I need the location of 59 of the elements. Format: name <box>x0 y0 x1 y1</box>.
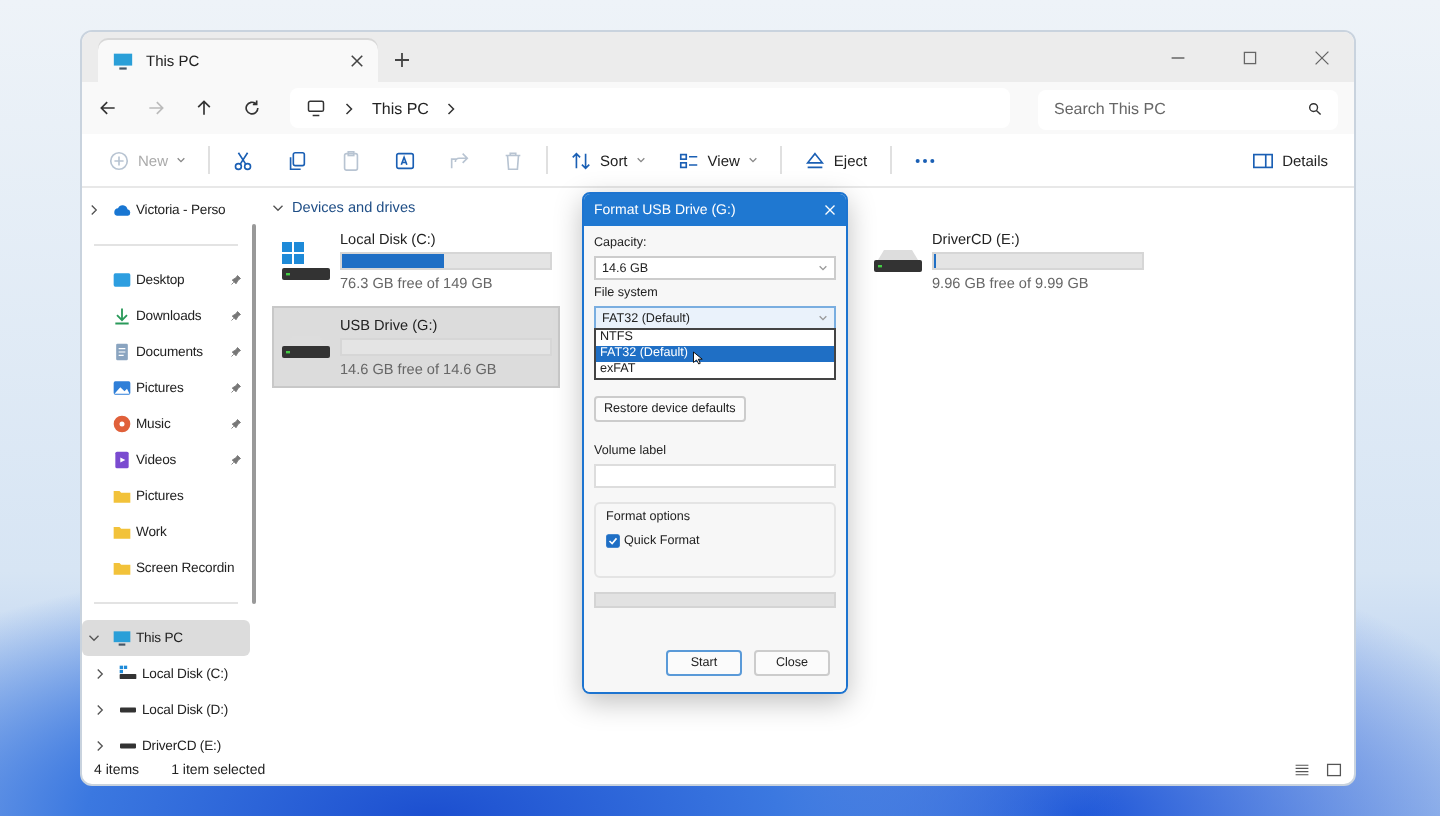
breadcrumb[interactable]: This PC <box>372 99 429 117</box>
sort-icon <box>570 149 593 171</box>
pc-icon <box>112 628 132 648</box>
drive-icon <box>118 664 138 684</box>
address-bar[interactable]: This PC <box>290 88 1010 128</box>
download-icon <box>112 306 132 326</box>
search-field[interactable]: Search This PC <box>1038 89 1338 129</box>
search-icon <box>1308 101 1322 115</box>
monitor-icon <box>306 98 326 118</box>
cloud-icon <box>112 200 132 220</box>
pictures-icon <box>112 378 132 398</box>
copy-icon <box>286 149 309 171</box>
pin-icon <box>230 382 242 394</box>
chevron-down-icon[interactable] <box>272 201 284 213</box>
rename-icon <box>394 149 417 171</box>
chevron-right-icon[interactable] <box>94 668 106 680</box>
pin-icon <box>230 346 242 358</box>
delete-icon <box>502 149 525 171</box>
pin-icon <box>230 310 242 322</box>
drive-icon <box>872 248 924 274</box>
paste-icon <box>340 149 363 171</box>
documents-icon <box>112 342 132 362</box>
view-icon <box>677 149 700 171</box>
caret-icon <box>818 264 828 272</box>
share-icon <box>448 149 471 171</box>
caret-icon <box>818 314 828 322</box>
monitor-icon <box>112 50 134 72</box>
refresh-icon[interactable] <box>242 98 262 118</box>
tiles-view-icon[interactable] <box>1326 762 1342 778</box>
cut-icon <box>232 149 255 171</box>
music-icon <box>112 414 132 434</box>
drive-icon <box>118 742 138 750</box>
new-tab-icon[interactable] <box>394 52 410 68</box>
drive-icon <box>280 240 332 282</box>
chevron-right-icon[interactable] <box>88 204 100 216</box>
details-view-icon[interactable] <box>1294 762 1310 778</box>
chevron-right-icon <box>446 101 457 115</box>
drive-icon <box>118 706 138 714</box>
pin-icon <box>230 418 242 430</box>
mouse-pointer-icon <box>692 350 704 366</box>
close-icon[interactable] <box>350 54 364 68</box>
volume-label-field[interactable] <box>594 464 836 488</box>
details-pane-icon <box>1252 149 1275 171</box>
new-icon <box>108 149 130 171</box>
maximize-icon[interactable] <box>1242 49 1258 65</box>
back-arrow-icon[interactable] <box>98 98 118 118</box>
desktop-icon <box>112 270 132 290</box>
close-icon[interactable] <box>1314 49 1330 65</box>
pin-icon <box>230 454 242 466</box>
videos-icon <box>112 450 132 470</box>
up-arrow-icon[interactable] <box>194 98 214 118</box>
chevron-right-icon[interactable] <box>94 740 106 752</box>
checkbox[interactable] <box>606 534 620 548</box>
chevron-right-icon[interactable] <box>94 704 106 716</box>
chevron-down-icon[interactable] <box>88 632 100 644</box>
eject-icon <box>803 149 826 171</box>
pin-icon <box>230 274 242 286</box>
chevron-right-icon <box>344 101 354 115</box>
scrollbar[interactable] <box>252 224 256 604</box>
